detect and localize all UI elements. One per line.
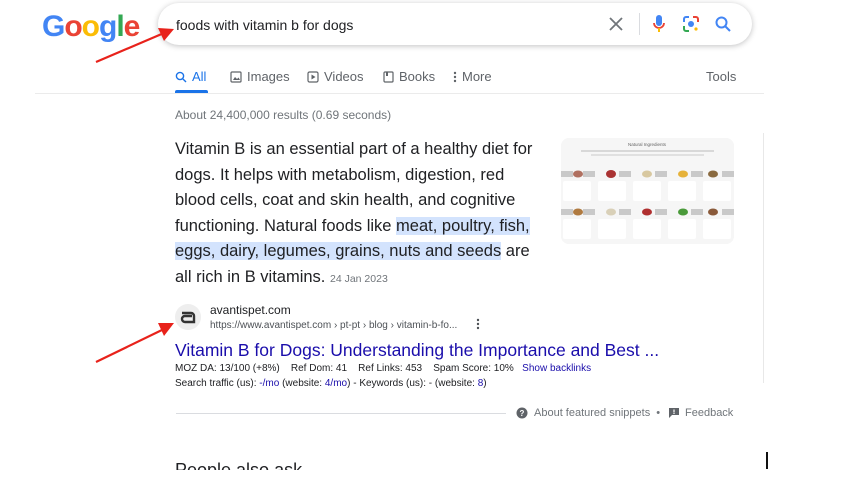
microphone-icon[interactable] — [648, 13, 670, 35]
help-icon: ? — [516, 407, 528, 419]
feedback-button[interactable]: Feedback — [668, 407, 733, 419]
ref-dom: Ref Dom: 41 — [290, 363, 348, 374]
tab-videos[interactable]: Videos — [307, 69, 364, 84]
snippet-footer-divider — [176, 413, 506, 414]
seo-metrics-line: MOZ DA: 13/100 (+8%) Ref Dom: 41 Ref Lin… — [175, 363, 591, 374]
snippet-image-title: Natural Ingredients — [628, 142, 667, 147]
video-icon — [307, 70, 319, 83]
about-featured-snippets[interactable]: ? About featured snippets • — [516, 407, 660, 419]
website-traffic-link[interactable]: 4/mo — [325, 378, 347, 389]
annotation-arrow-top — [95, 28, 174, 64]
search-icon — [175, 71, 187, 82]
ref-links: Ref Links: 453 — [358, 363, 423, 374]
traffic-prefix: Search traffic (us): — [175, 378, 260, 389]
about-label: About featured snippets — [534, 407, 651, 419]
divider — [35, 93, 764, 94]
result-stats: About 24,400,000 results (0.69 seconds) — [175, 108, 392, 122]
traffic-mid: (website: — [279, 378, 325, 389]
snippet-date: 24 Jan 2023 — [329, 272, 388, 285]
search-input[interactable] — [174, 3, 578, 47]
tab-label: Books — [399, 69, 436, 84]
text-cursor — [766, 452, 768, 469]
featured-snippet-text: Vitamin B is an essential part of a heal… — [175, 137, 545, 292]
tools-label: Tools — [706, 69, 737, 84]
snippet-image[interactable]: Natural Ingredients — [561, 138, 734, 244]
footer-separator: • — [656, 407, 661, 419]
result-options-icon[interactable] — [476, 318, 480, 333]
search-icon[interactable] — [712, 13, 734, 35]
tab-label: More — [462, 69, 492, 84]
tab-all[interactable]: All — [175, 69, 206, 84]
result-title-link[interactable]: Vitamin B for Dogs: Understanding the Im… — [175, 340, 659, 361]
tab-label: Videos — [324, 69, 364, 84]
show-backlinks-link[interactable]: Show backlinks — [522, 363, 591, 374]
feedback-icon — [669, 408, 679, 418]
search-traffic-line: Search traffic (us): -/mo (website: 4/mo… — [175, 378, 487, 389]
snippet-thumbnail: Natural Ingredients — [561, 138, 734, 244]
tab-images[interactable]: Images — [230, 69, 290, 84]
traffic-suffix: ) — [483, 378, 487, 389]
moz-da: MOZ DA: 13/100 (+8%) — [175, 363, 280, 374]
tools-button[interactable]: Tools — [706, 69, 736, 84]
image-icon — [230, 70, 242, 83]
site-url[interactable]: https://www.avantispet.com › pt-pt › blo… — [210, 320, 457, 331]
tab-more[interactable]: More — [453, 69, 492, 84]
kebab-icon — [453, 71, 457, 82]
avantis-logo-icon — [180, 311, 196, 324]
tab-label: All — [192, 69, 207, 84]
close-icon[interactable] — [605, 13, 627, 35]
side-panel-edge — [763, 133, 764, 383]
search-box[interactable] — [158, 3, 752, 47]
spam-score: Spam Score: 10% — [433, 363, 514, 374]
svg-text:?: ? — [520, 409, 525, 418]
logo-letter: o — [64, 10, 82, 43]
tab-books[interactable]: Books — [383, 69, 435, 84]
google-lens-icon[interactable] — [680, 13, 702, 35]
keywords-text: ) - Keywords (us): - (website: — [347, 378, 478, 389]
tab-label: Images — [247, 69, 290, 84]
feedback-label: Feedback — [685, 407, 734, 419]
traffic-link[interactable]: -/mo — [259, 378, 279, 389]
search-divider — [639, 13, 640, 35]
people-also-ask-heading: People also ask — [175, 460, 303, 470]
book-icon — [383, 70, 394, 83]
annotation-arrow-bottom — [95, 323, 174, 363]
site-name[interactable]: avantispet.com — [210, 303, 291, 317]
logo-letter: G — [42, 10, 65, 43]
